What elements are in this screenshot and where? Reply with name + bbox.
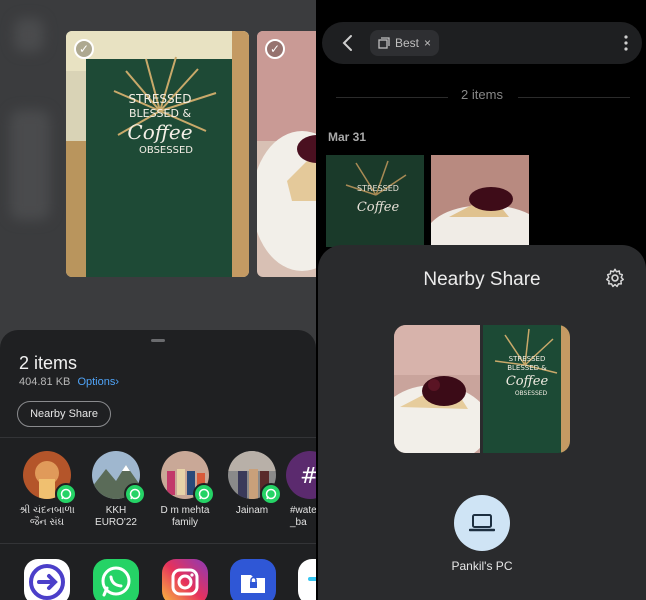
contact-name: શ્રી ચંદનબાળા xyxy=(19,505,75,516)
close-icon[interactable]: × xyxy=(424,36,431,50)
secure-folder-app-icon[interactable] xyxy=(230,559,276,600)
contact-kkh-euro22[interactable]: KKH EURO'22 xyxy=(84,451,148,529)
nearby-share-sheet: Nearby Share STRESSED BLESSED & Coffee OBSE… xyxy=(318,245,646,600)
gallery-nearby-share-screen: Best × 2 items Mar 31 STRESSED Coffee Nea… xyxy=(318,0,646,600)
cheesecake-photo xyxy=(257,31,316,277)
checkmark-icon[interactable]: ✓ xyxy=(265,39,285,59)
coffee-sign-preview: STRESSEDBLESSED & CoffeeOBSESSED xyxy=(483,325,570,453)
sign-text-line: Coffee xyxy=(357,200,400,215)
items-count-title: 2 items xyxy=(19,353,78,373)
laptop-icon xyxy=(469,514,495,532)
share-sheet-screen: STRESSED BLESSED & Coffee OBSESSED ✓ ✓ 2… xyxy=(0,0,316,600)
chevron-right-icon: › xyxy=(115,376,120,388)
share-sheet: 2 items 404.81 KB Options› Nearby Share … xyxy=(0,330,316,600)
selected-photo-coffee-sign[interactable]: STRESSED BLESSED & Coffee OBSESSED ✓ xyxy=(66,31,249,277)
search-bar[interactable]: Best × xyxy=(322,22,642,64)
contact-name: જૈન સંઘ xyxy=(29,517,65,528)
contact-name: D m mehta xyxy=(160,505,210,516)
gallery-photo-cheesecake[interactable] xyxy=(431,155,529,247)
sign-text-line: STRESSED xyxy=(357,184,399,193)
contact-name: #wate xyxy=(290,505,316,516)
gallery-photo-coffee-sign[interactable]: STRESSED Coffee xyxy=(326,155,424,247)
back-arrow-icon[interactable] xyxy=(338,33,358,53)
date-header: Mar 31 xyxy=(328,130,367,144)
shared-items-preview: STRESSED BLESSED & Coffee OBSESSED xyxy=(394,325,570,453)
best-filter-chip[interactable]: Best × xyxy=(370,30,440,56)
coffee-sign-photo: STRESSED BLESSED & Coffee OBSESSED xyxy=(66,31,249,277)
divider xyxy=(0,543,316,544)
share-to-device-app-icon[interactable] xyxy=(24,559,70,600)
more-vert-icon[interactable] xyxy=(616,33,636,53)
options-link[interactable]: Options› xyxy=(77,376,119,388)
nearby-device-button[interactable] xyxy=(454,495,510,551)
whatsapp-icon xyxy=(193,483,215,505)
blurred-background xyxy=(10,110,50,220)
sign-text-line: OBSESSED xyxy=(139,145,193,156)
contact-name: Jainam xyxy=(235,505,269,516)
contact-name: family xyxy=(171,517,199,528)
contact-name: _ba xyxy=(290,517,307,528)
contact-dm-mehta-family[interactable]: D m mehta family xyxy=(153,451,217,529)
nearby-share-button[interactable]: Nearby Share xyxy=(17,401,111,427)
sign-text-line: OBSESSED xyxy=(515,390,548,397)
sign-text-line: BLESSED & xyxy=(129,107,192,120)
slack-app-icon[interactable] xyxy=(298,559,316,600)
contact-name: EURO'22 xyxy=(95,517,137,528)
whatsapp-icon xyxy=(260,483,282,505)
contact-name: KKH xyxy=(105,505,127,516)
sign-text-line: STRESSED xyxy=(509,355,546,363)
contact-jainam[interactable]: Jainam xyxy=(220,451,284,517)
divider xyxy=(518,97,630,98)
blurred-background xyxy=(14,18,44,52)
device-name: Pankil's PC xyxy=(451,559,513,573)
best-chip-label: Best xyxy=(395,36,420,50)
contact-shree-chandanbala[interactable]: શ્રી ચંદનબાળા જૈન સંઘ xyxy=(15,451,79,529)
items-size-row: 404.81 KB Options› xyxy=(19,376,119,388)
album-icon xyxy=(378,37,390,49)
drag-handle[interactable] xyxy=(151,339,165,342)
cheesecake-preview xyxy=(394,325,480,453)
selected-photo-cheesecake[interactable]: ✓ xyxy=(257,31,316,277)
avatar: # xyxy=(286,451,316,499)
whatsapp-icon xyxy=(55,483,77,505)
nearby-share-title: Nearby Share xyxy=(423,269,541,290)
options-label: Options xyxy=(77,376,116,388)
checkmark-icon[interactable]: ✓ xyxy=(74,39,94,59)
items-count: 2 items xyxy=(461,87,503,102)
whatsapp-icon xyxy=(124,483,146,505)
instagram-app-icon[interactable] xyxy=(162,559,208,600)
items-size: 404.81 KB xyxy=(19,376,71,388)
contact-water-channel[interactable]: # #wate_ba xyxy=(286,451,316,529)
sign-text-line: Coffee xyxy=(506,374,549,389)
whatsapp-app-icon[interactable] xyxy=(93,559,139,600)
sign-text-line: BLESSED & xyxy=(507,364,547,372)
sign-text-line: Coffee xyxy=(127,120,192,144)
gear-icon[interactable] xyxy=(604,267,626,289)
svg-text:#: # xyxy=(300,464,316,489)
sign-text-line: STRESSED xyxy=(129,92,192,106)
divider xyxy=(0,437,316,438)
